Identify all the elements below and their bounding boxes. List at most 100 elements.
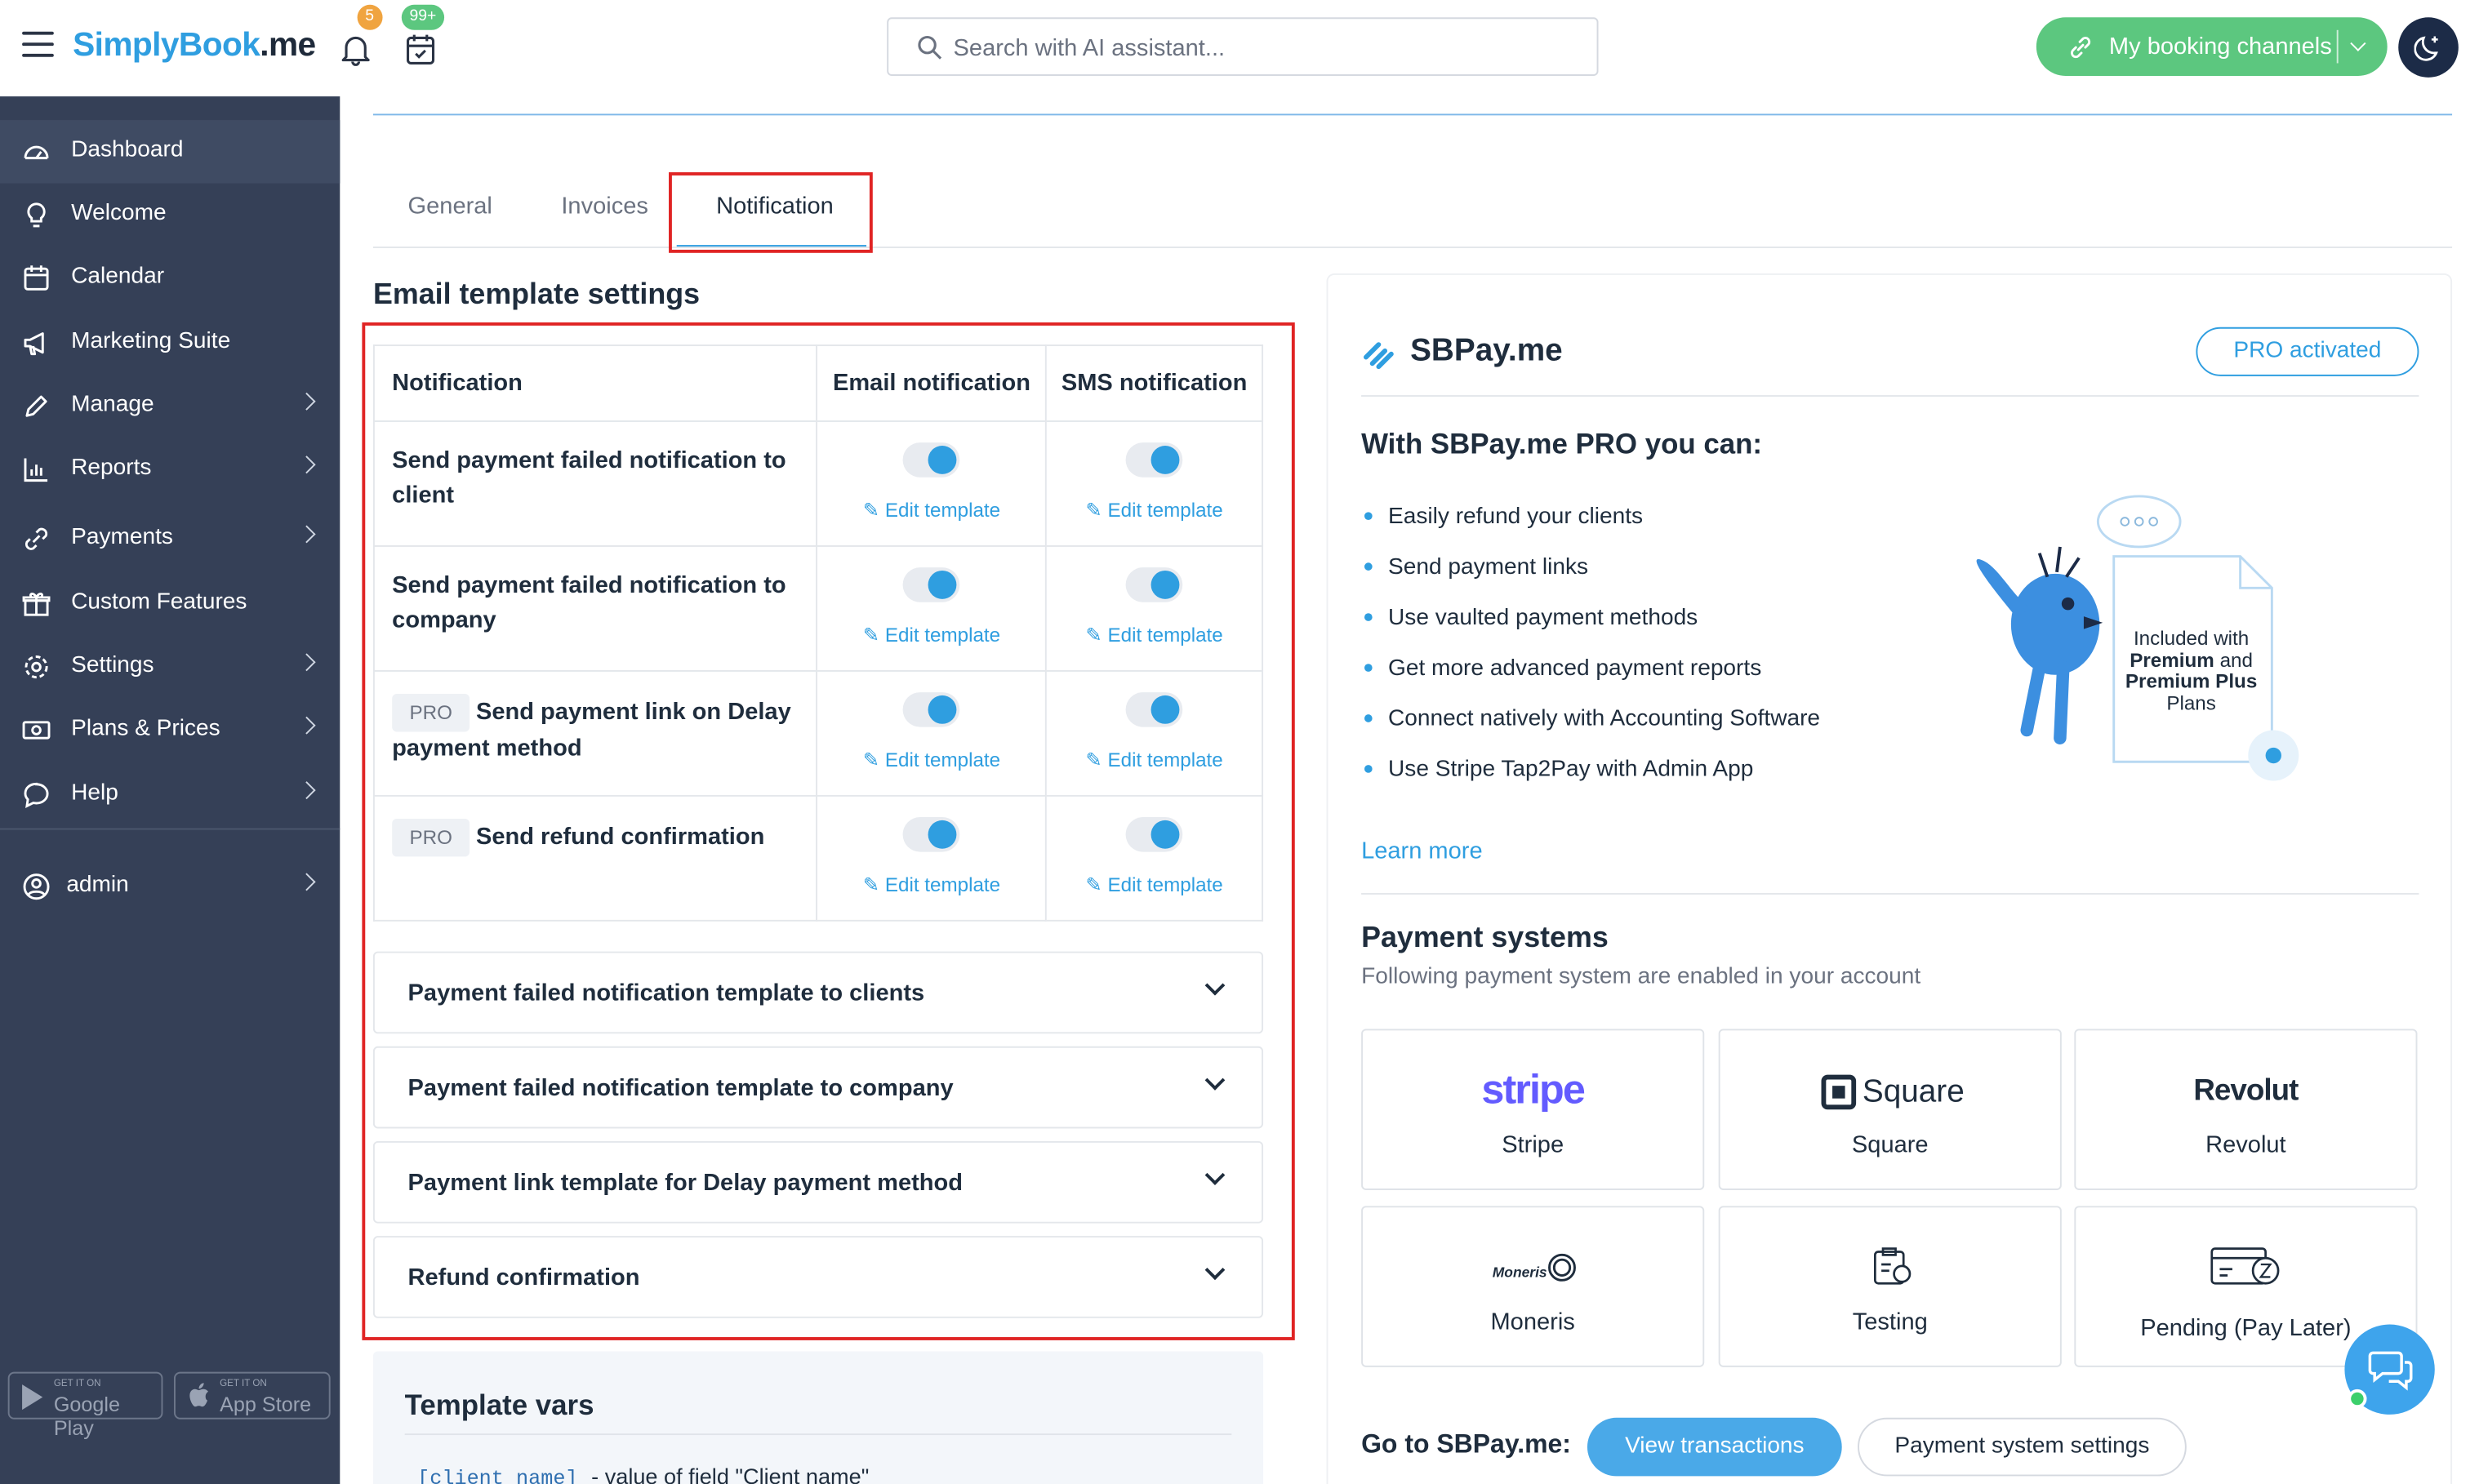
app-store-button[interactable]: GET IT ON App Store <box>173 1371 331 1420</box>
chevron-down-icon[interactable] <box>2350 35 2366 51</box>
sms-toggle[interactable] <box>1125 817 1183 852</box>
tab-invoices[interactable]: Invoices <box>561 193 648 220</box>
chat-bubble-icon <box>24 782 49 809</box>
accordion-clients-template[interactable]: Payment failed notification template to … <box>372 951 1264 1034</box>
sidebar-item-dashboard[interactable]: Dashboard <box>0 120 340 184</box>
chevron-down-icon <box>1204 1260 1226 1281</box>
dashboard-icon <box>24 145 49 160</box>
sidebar: Dashboard Welcome Calendar Marketing Sui… <box>0 96 340 1484</box>
tab-general[interactable]: General <box>408 193 492 220</box>
sms-toggle[interactable] <box>1125 567 1183 602</box>
sidebar-item-reports[interactable]: Reports <box>0 438 340 500</box>
edit-template-link[interactable]: ✎ Edit template <box>1047 748 1262 771</box>
email-cell: ✎ Edit template <box>816 544 1048 672</box>
play-icon <box>22 1384 43 1411</box>
email-toggle[interactable] <box>903 692 960 727</box>
search-input[interactable]: Search with AI assistant... <box>887 17 1599 76</box>
edit-template-link[interactable]: ✎ Edit template <box>818 748 1045 771</box>
theme-toggle-button[interactable] <box>2398 17 2459 78</box>
sms-toggle[interactable] <box>1125 442 1183 478</box>
bell-icon[interactable] <box>338 32 373 67</box>
sms-toggle[interactable] <box>1125 692 1183 727</box>
chevron-right-icon <box>297 716 316 735</box>
edit-template-link[interactable]: ✎ Edit template <box>818 873 1045 896</box>
link-icon <box>2070 37 2091 59</box>
sidebar-item-payments[interactable]: Payments <box>0 508 340 571</box>
email-cell: ✎ Edit template <box>816 794 1048 922</box>
booking-channels-label: My booking channels <box>2108 33 2332 60</box>
sidebar-item-welcome[interactable]: Welcome <box>0 184 340 247</box>
view-transactions-button[interactable]: View transactions <box>1587 1417 1842 1477</box>
accordion-refund-template[interactable]: Refund confirmation <box>372 1236 1264 1318</box>
payment-systems-title: Payment systems <box>1361 919 1609 953</box>
payment-card-moneris[interactable]: Moneris Moneris <box>1361 1206 1705 1367</box>
stripe-logo: stripe <box>1481 1065 1585 1113</box>
sidebar-item-plans-prices[interactable]: Plans & Prices <box>0 699 340 762</box>
sidebar-divider <box>0 828 340 830</box>
sidebar-item-manage[interactable]: Manage <box>0 375 340 438</box>
edit-template-link[interactable]: ✎ Edit template <box>818 498 1045 522</box>
edit-template-link[interactable]: ✎ Edit template <box>1047 873 1262 896</box>
email-toggle[interactable] <box>903 442 960 478</box>
template-vars-title: Template vars <box>404 1388 594 1421</box>
column-header: SMS notification <box>1045 344 1264 422</box>
app-window: SimplyBook.me 5 99+ Search with AI assis… <box>0 0 2479 1484</box>
payment-card-testing[interactable]: Testing <box>1718 1206 2062 1367</box>
column-header: Email notification <box>816 344 1048 422</box>
edit-template-link[interactable]: ✎ Edit template <box>818 623 1045 646</box>
list-item: Easily refund your clients <box>1361 504 1643 530</box>
gear-icon <box>24 655 48 679</box>
learn-more-link[interactable]: Learn more <box>1361 838 1483 864</box>
calendar-check-icon[interactable] <box>405 32 437 67</box>
table-header-row: Notification Email notification SMS noti… <box>372 344 1264 422</box>
pay-later-icon <box>2210 1247 2280 1285</box>
sms-cell: ✎ Edit template <box>1045 669 1264 797</box>
pro-activated-button[interactable]: PRO activated <box>2196 327 2419 376</box>
included-plans-label: Included with Premium and Premium Plus P… <box>2125 627 2258 714</box>
notification-name: PRO Send refund confirmation <box>372 794 818 922</box>
email-toggle[interactable] <box>903 817 960 852</box>
table-row: Send payment failed notification to clie… <box>372 420 1264 547</box>
square-logo-icon <box>1821 1074 1857 1110</box>
accordion-company-template[interactable]: Payment failed notification template to … <box>372 1046 1264 1129</box>
gift-icon <box>22 593 51 616</box>
template-vars-panel: Template vars [client_name] - value of f… <box>372 1351 1264 1484</box>
chevron-right-icon <box>297 392 316 411</box>
column-header: Notification <box>372 344 818 422</box>
payment-card-stripe[interactable]: stripe Stripe <box>1361 1029 1705 1190</box>
payment-card-square[interactable]: Square Square <box>1718 1029 2062 1190</box>
email-settings-title: Email template settings <box>372 276 701 310</box>
list-item: Use vaulted payment methods <box>1361 606 1698 631</box>
email-toggle[interactable] <box>903 567 960 602</box>
pro-badge: PRO <box>392 818 470 857</box>
payment-system-settings-button[interactable]: Payment system settings <box>1858 1417 2187 1477</box>
moneris-logo: Moneris <box>1492 1264 1547 1281</box>
booking-channels-button[interactable]: My booking channels <box>2036 17 2388 76</box>
moneris-swirl-icon <box>1548 1253 1576 1282</box>
sidebar-item-calendar[interactable]: Calendar <box>0 247 340 309</box>
money-icon <box>22 721 51 740</box>
sidebar-item-custom-features[interactable]: Custom Features <box>0 572 340 635</box>
chevron-right-icon <box>297 873 316 891</box>
payment-systems-subtitle: Following payment system are enabled in … <box>1361 964 1921 990</box>
bookings-badge: 99+ <box>401 4 445 30</box>
payment-card-revolut[interactable]: Revolut Revolut <box>2074 1029 2418 1190</box>
sbpay-logo-icon <box>1363 342 1394 370</box>
sidebar-item-marketing-suite[interactable]: Marketing Suite <box>0 311 340 374</box>
edit-template-link[interactable]: ✎ Edit template <box>1047 498 1262 522</box>
search-placeholder: Search with AI assistant... <box>953 34 1226 62</box>
chevron-down-icon <box>1204 1165 1226 1185</box>
notification-name: Send payment failed notification to comp… <box>372 544 818 672</box>
menu-icon[interactable] <box>22 31 54 57</box>
sbpay-pro-heading: With SBPay.me PRO you can: <box>1361 428 1763 460</box>
logo[interactable]: SimplyBook.me <box>73 27 316 64</box>
divider <box>1361 892 2419 895</box>
sidebar-item-help[interactable]: Help <box>0 763 340 826</box>
edit-template-link[interactable]: ✎ Edit template <box>1047 623 1262 646</box>
template-var-code[interactable]: [client_name] <box>417 1467 577 1484</box>
moon-icon <box>2414 36 2438 61</box>
accordion-delay-template[interactable]: Payment link template for Delay payment … <box>372 1140 1264 1224</box>
google-play-button[interactable]: GET IT ON Google Play <box>7 1371 163 1440</box>
sidebar-item-admin[interactable]: admin <box>0 855 340 918</box>
sidebar-item-settings[interactable]: Settings <box>0 635 340 698</box>
